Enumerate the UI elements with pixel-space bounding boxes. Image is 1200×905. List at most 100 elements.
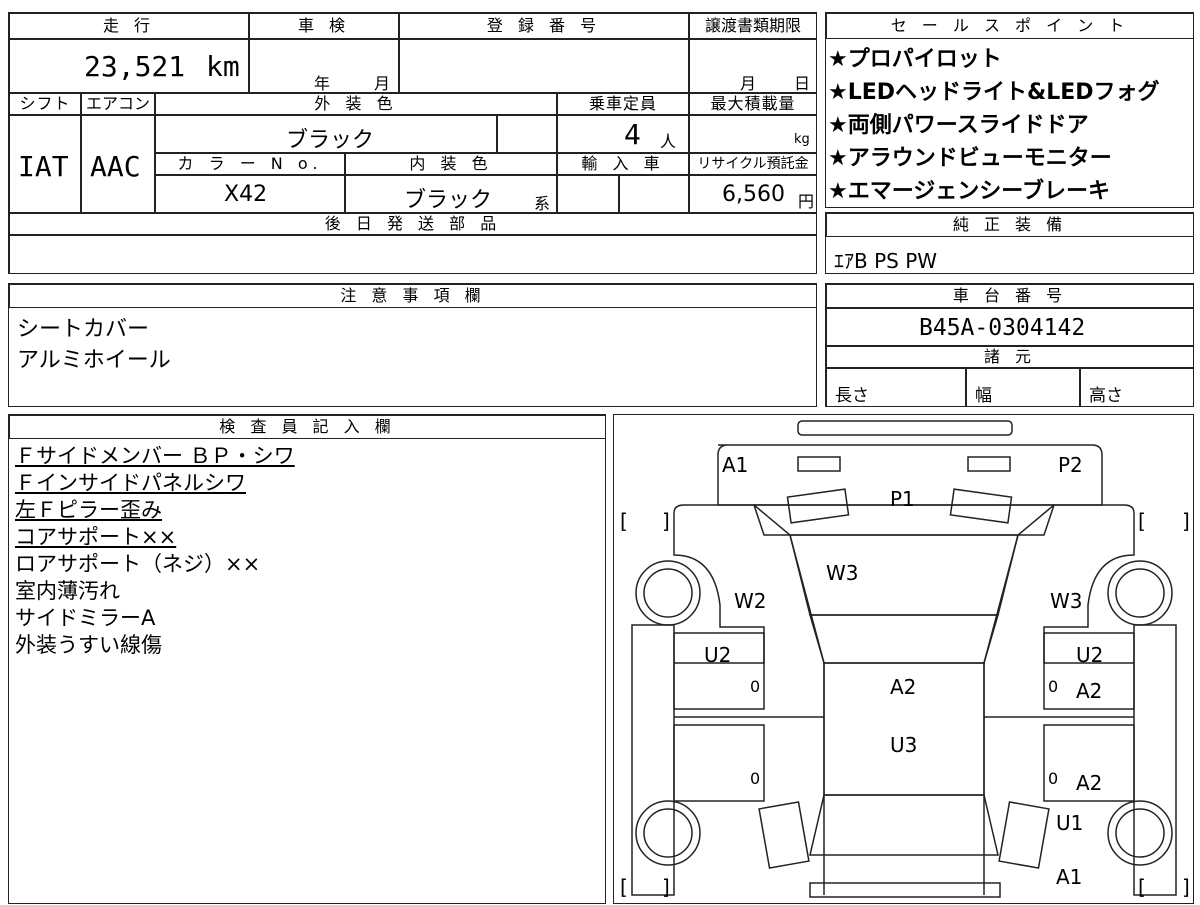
rear-glass: [809, 794, 999, 856]
specs-header: 諸 元: [826, 346, 1194, 368]
inspector-note-item: ロアサポート（ネジ）××: [15, 552, 261, 576]
label-zero-right-upper: 0: [1048, 677, 1059, 696]
label-p1: P1: [890, 487, 915, 511]
inspection-value-cell: 年 月: [249, 39, 399, 93]
sales-point-item: ★プロパイロット: [828, 47, 1002, 72]
interior-color-header: 内 装 色: [345, 153, 557, 175]
spec-height-cell: 高さ: [1080, 368, 1194, 407]
label-a1-top: A1: [722, 453, 749, 477]
left-rear-door: [673, 724, 765, 802]
registration-header: 登 録 番 号: [399, 13, 689, 39]
bracket-left-top-close: ]: [662, 509, 670, 533]
recycle-value: 6,560: [722, 182, 785, 207]
rear-bumper: [809, 882, 1001, 898]
label-a2-center: A2: [890, 675, 917, 699]
bracket-right-top-close: ]: [1182, 509, 1190, 533]
left-front-wheel-inner: [643, 568, 693, 618]
later-parts-header: 後 日 発 送 部 品: [9, 213, 817, 235]
exterior-color-extra-cell: [497, 115, 557, 153]
mileage-value-cell: 23,521 km: [9, 39, 249, 93]
right-front-fender: [1043, 513, 1135, 664]
capacity-header: 乗車定員: [557, 93, 689, 115]
sales-point-item: ★両側パワースライドドア: [828, 113, 1089, 138]
genuine-equipment-header: 純 正 装 備: [826, 213, 1194, 237]
front-light-left: [797, 456, 841, 472]
recycle-value-cell: 6,560 円: [689, 175, 817, 213]
label-u3: U3: [890, 733, 918, 757]
import-cell-a: [557, 175, 619, 213]
bracket-right-bottom-open: [: [1138, 875, 1146, 899]
bracket-right-bottom-close: ]: [1182, 875, 1190, 899]
import-header: 輸 入 車: [557, 153, 689, 175]
label-p2: P2: [1058, 453, 1083, 477]
inspector-header: 検 査 員 記 入 欄: [9, 415, 606, 439]
interior-color-value: ブラック: [404, 188, 493, 213]
mileage-unit: km: [206, 50, 240, 83]
cowl: [809, 614, 999, 664]
left-front-wheel: [635, 560, 701, 626]
left-rocker: [631, 624, 675, 896]
label-a1-bottom: A1: [1056, 865, 1083, 889]
shift-header: シフト: [9, 93, 81, 115]
aircon-value-cell: AAC: [81, 115, 155, 213]
capacity-unit: 人: [660, 132, 677, 151]
right-front-wheel: [1107, 560, 1173, 626]
top-info-block: 走 行 車 検 登 録 番 号 譲渡書類期限 23,521 km 年 月 月 日…: [8, 12, 817, 274]
transfer-day: 日: [794, 74, 811, 93]
inspection-header: 車 検: [249, 13, 399, 39]
label-a2-right-lower: A2: [1076, 771, 1103, 795]
label-u2-right: U2: [1076, 643, 1104, 667]
left-front-fender: [673, 513, 765, 664]
chassis-no-value: B45A-0304142: [919, 315, 1086, 341]
label-u1: U1: [1056, 811, 1084, 835]
aircon-header: エアコン: [81, 93, 155, 115]
inspector-note-item: Ｆサイドメンバー ＢＰ・シワ: [15, 444, 295, 468]
chassis-no-value-cell: B45A-0304142: [826, 308, 1194, 346]
label-a2-right-upper: A2: [1076, 679, 1103, 703]
inspector-note-item: 左Ｆピラー歪み: [15, 498, 162, 522]
inspector-block: 検 査 員 記 入 欄 Ｆサイドメンバー ＢＰ・シワ Ｆインサイドパネルシワ 左Ｆピ…: [8, 414, 606, 904]
notes-list: シートカバー アルミホイール: [17, 314, 171, 376]
inspection-year: 年: [314, 74, 331, 93]
registration-value-cell: [399, 39, 689, 93]
right-front-wheel-inner: [1115, 568, 1165, 618]
note-item: シートカバー: [17, 317, 150, 342]
sales-point-item: ★アラウンドビューモニター: [828, 146, 1112, 171]
label-w3-right: W3: [1050, 589, 1083, 613]
right-rocker: [1133, 624, 1177, 896]
label-zero-left-lower: 0: [750, 769, 761, 788]
label-zero-left-upper: 0: [750, 677, 761, 696]
mileage-header: 走 行: [9, 13, 249, 39]
note-item: アルミホイール: [17, 348, 171, 373]
transfer-month: 月: [740, 74, 757, 93]
inspector-note-item: Ｆインサイドパネルシワ: [15, 471, 246, 495]
bracket-left-bottom-open: [: [620, 875, 628, 899]
exterior-color-value: ブラック: [286, 128, 375, 153]
later-parts-value-cell: [9, 235, 817, 274]
shift-value-cell: IAT: [9, 115, 81, 213]
chassis-block: 車 台 番 号 B45A-0304142 諸 元 長さ 幅 高さ: [825, 283, 1194, 407]
transfer-deadline-header: 譲渡書類期限: [689, 13, 817, 39]
mileage-value: 23,521: [84, 50, 186, 83]
recycle-header: リサイクル預託金: [689, 153, 817, 175]
front-light-right: [967, 456, 1011, 472]
mirror-left-top: [786, 488, 850, 524]
rear-quarter-right: [998, 801, 1050, 869]
bracket-left-top-open: [: [620, 509, 628, 533]
rear-quarter-left: [758, 801, 810, 869]
genuine-equipment-value: ｴｱB PS PW: [834, 249, 938, 273]
left-rear-wheel: [635, 800, 701, 866]
front-bumper: [797, 420, 1013, 436]
genuine-equipment-block: 純 正 装 備 ｴｱB PS PW: [825, 212, 1194, 274]
transfer-deadline-value-cell: 月 日: [689, 39, 817, 93]
capacity-value-cell: 4 人: [557, 115, 689, 153]
color-no-value-cell: X42: [155, 175, 345, 213]
spec-width-label: 幅: [975, 386, 992, 406]
spec-width-cell: 幅: [966, 368, 1080, 407]
sales-points-list: ★プロパイロット ★LEDヘッドライト&LEDフォグ ★両側パワースライドドア ★アラ…: [828, 43, 1192, 208]
spec-length-cell: 長さ: [826, 368, 966, 407]
bracket-left-bottom-close: ]: [662, 875, 670, 899]
import-cell-b: [619, 175, 689, 213]
left-rear-wheel-inner: [643, 808, 693, 858]
bracket-right-top-open: [: [1138, 509, 1146, 533]
